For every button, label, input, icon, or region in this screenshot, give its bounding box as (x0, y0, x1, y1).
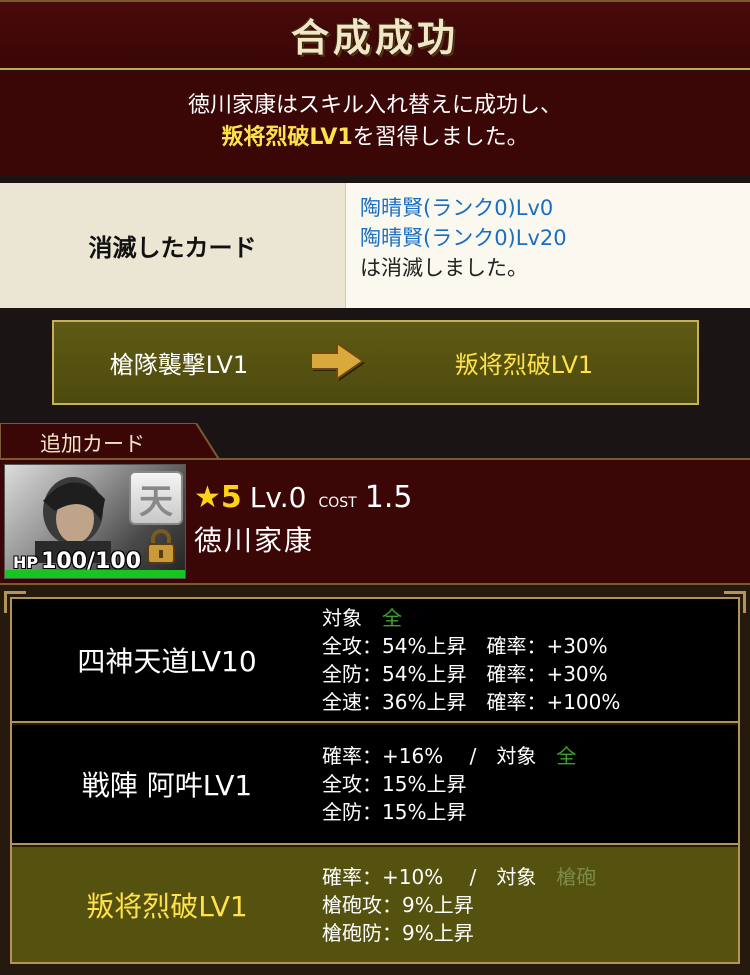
card-info: ★ 5 Lv.0 COST 1.5 徳川家康 (194, 480, 412, 559)
card-stars: 5 (220, 480, 242, 515)
skill-rate: 確率：+10% (322, 864, 444, 889)
card-level: Lv.0 (249, 481, 307, 514)
skill-target-label: 対象 (322, 606, 362, 630)
added-card-tab: 追加カード (0, 423, 220, 461)
skill-name: 戦陣 阿吽LV1 (81, 769, 253, 802)
message-line-2-rest: を習得しました。 (352, 125, 529, 150)
skill-effect-line: 全防：54%上昇 確率：+30% (322, 662, 608, 686)
result-message: 徳川家康はスキル入れ替えに成功し、 叛将烈破LV1を習得しました。 (0, 72, 750, 175)
page-title: 合成成功 (290, 14, 459, 60)
hp-bar (5, 570, 185, 578)
lock-icon (147, 529, 175, 564)
message-line-2: 叛将烈破LV1を習得しました。 (0, 122, 750, 154)
card-name: 徳川家康 (194, 524, 315, 557)
skill-description: 確率：+10% / 対象 槍砲 槍砲攻：9%上昇 槍砲防：9%上昇 (322, 864, 597, 945)
cost-label: COST (318, 495, 357, 511)
added-card-panel: 天 HP 100/100 ★ 5 Lv.0 COST 1.5 徳川家康 (0, 458, 750, 583)
skill-target-value: 全 (382, 606, 402, 630)
rank-badge: 天 (129, 471, 183, 525)
destroyed-suffix: は消滅しました。 (360, 256, 528, 280)
result-header: 合成成功 (0, 0, 750, 70)
card-cost: 1.5 (364, 480, 413, 515)
destroyed-cards-label: 消滅したカード (0, 183, 345, 308)
skill-rate: 確率：+16% (322, 744, 444, 768)
skill-description: 確率：+16% / 対象 全 全攻：15%上昇 全防：15%上昇 (322, 744, 577, 824)
skill-effect-line: 全防：15%上昇 (322, 800, 467, 824)
skills-panel: 四神天道LV10 対象 全 全攻：54%上昇 確率：+30% 全防：54%上昇 … (0, 583, 750, 975)
skill-target-label: 対象 (496, 864, 537, 889)
skill-name: 叛将烈破LV1 (86, 889, 248, 923)
destroyed-cards-list: 陶晴賢(ランク0)Lv0 陶晴賢(ランク0)Lv20 は消滅しました。 (345, 183, 750, 308)
old-skill-name: 槍隊襲撃LV1 (109, 351, 249, 379)
skill-change-bar: 槍隊襲撃LV1 叛将烈破LV1 (52, 320, 699, 405)
frame-corner-ornament (4, 591, 26, 613)
skill-row: 戦陣 阿吽LV1 確率：+16% / 対象 全 全攻：15%上昇 全防：15%上… (12, 725, 738, 845)
skill-effect-line: 全攻：54%上昇 確率：+30% (322, 634, 608, 658)
card-portrait[interactable]: 天 HP 100/100 (4, 464, 186, 579)
skill-effect-line: 槍砲防：9%上昇 (322, 920, 474, 945)
destroyed-cards-panel: 消滅したカード 陶晴賢(ランク0)Lv0 陶晴賢(ランク0)Lv20 は消滅しま… (0, 183, 750, 308)
destroyed-card-link[interactable]: 陶晴賢(ランク0)Lv0 (360, 193, 750, 223)
skill-name: 四神天道LV10 (77, 645, 257, 678)
added-card-tab-label: 追加カード (40, 432, 145, 456)
skill-target-label: 対象 (496, 744, 537, 768)
skill-description: 対象 全 全攻：54%上昇 確率：+30% 全防：54%上昇 確率：+30% 全… (322, 604, 620, 716)
skill-effect-line: 槍砲攻：9%上昇 (322, 892, 474, 917)
skills-frame: 四神天道LV10 対象 全 全攻：54%上昇 確率：+30% 全防：54%上昇 … (10, 597, 740, 964)
skill-effect-line: 全攻：15%上昇 (322, 772, 467, 796)
destroyed-card-link[interactable]: 陶晴賢(ランク0)Lv20 (360, 223, 750, 253)
message-line-1: 徳川家康はスキル入れ替えに成功し、 (187, 93, 562, 118)
skill-row: 四神天道LV10 対象 全 全攻：54%上昇 確率：+30% 全防：54%上昇 … (12, 599, 738, 723)
skill-target-value: 全 (556, 744, 577, 768)
skill-row: 叛将烈破LV1 確率：+10% / 対象 槍砲 槍砲攻：9%上昇 槍砲防：9%上… (12, 847, 738, 962)
arrow-right-icon (304, 338, 374, 388)
frame-corner-ornament (724, 591, 746, 613)
skill-target-value: 槍砲 (556, 864, 597, 889)
learned-skill-name: 叛将烈破LV1 (221, 125, 353, 150)
new-skill-name: 叛将烈破LV1 (454, 351, 594, 379)
skill-effect-line: 全速：36%上昇 確率：+100% (322, 690, 621, 714)
star-icon: ★ (194, 480, 221, 515)
